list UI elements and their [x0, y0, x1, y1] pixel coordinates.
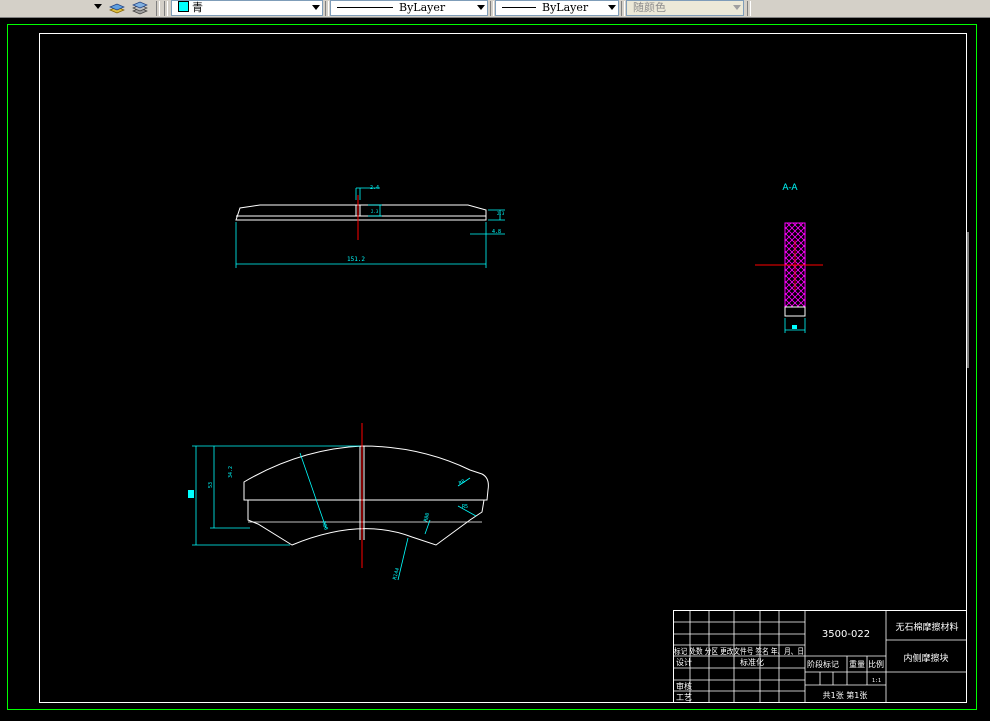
dim-r-small: R5: [462, 504, 468, 510]
toolbar-separator: [621, 1, 625, 16]
linetype-dropdown[interactable]: ByLayer: [330, 0, 488, 16]
toolbar-separator: [164, 1, 168, 16]
color-value: 青: [192, 1, 203, 14]
dim-top-h2: 2.3: [497, 211, 505, 216]
linetype-sample: [337, 7, 393, 8]
material-label: 无石棉摩擦材料: [895, 621, 958, 633]
stage-mark-label: 阶段标记: [807, 659, 839, 669]
color-swatch: [178, 1, 189, 12]
dim-height-inner: 34.2: [228, 466, 234, 478]
lineweight-dropdown[interactable]: ByLayer: [495, 0, 619, 16]
plotstyle-value: 随颜色: [633, 1, 666, 14]
weight-label: 重量: [849, 659, 865, 669]
dim-height-outer: 53: [208, 482, 214, 488]
revision-header: 标记 处数 分区 更改文件号 签名 年、月、日: [674, 646, 804, 656]
chevron-down-icon: [477, 5, 485, 10]
toolbar-separator: [325, 1, 329, 16]
lineweight-sample: [502, 7, 536, 8]
process-label: 工艺: [676, 693, 692, 702]
layer-previous-icon[interactable]: [108, 1, 126, 16]
section-dim-text: [792, 325, 797, 329]
scale-label: 比例: [868, 659, 884, 669]
chevron-down-icon: [608, 5, 616, 10]
toolbar-separator: [156, 1, 160, 16]
standardize-label: 标准化: [740, 657, 764, 667]
linetype-value: ByLayer: [399, 1, 446, 14]
section-label: A-A: [782, 183, 798, 193]
dim-top-length: 151.2: [347, 256, 365, 263]
model-space-background: [0, 18, 990, 721]
dim-top-width: 2.4: [370, 185, 379, 191]
scale-value: 1:1: [872, 678, 881, 684]
color-dropdown[interactable]: 青: [171, 0, 323, 16]
plotstyle-dropdown: 随颜色: [626, 0, 744, 16]
dim-top-bottom: 4.8: [492, 229, 501, 235]
toolbar-separator: [747, 1, 751, 16]
chevron-down-icon: [733, 5, 741, 10]
layer-dropdown[interactable]: [0, 0, 104, 16]
lineweight-value: ByLayer: [542, 1, 589, 14]
properties-toolbar: 青 ByLayer ByLayer 随颜色: [0, 0, 990, 18]
chevron-down-icon: [94, 4, 102, 9]
part-name: 内侧摩擦块: [903, 652, 948, 664]
drawing-canvas[interactable]: 151.2 2.4 2.3 2.3 4.8 A-A 53 34.2 R88 R8…: [0, 18, 990, 721]
drawing-number: 3500-022: [822, 629, 870, 640]
sheets-label: 共1张 第1张: [823, 690, 868, 700]
chevron-down-icon: [312, 5, 320, 10]
design-label: 设计: [676, 657, 692, 667]
layers-icon[interactable]: [131, 1, 149, 16]
dim-top-h1: 2.3: [371, 209, 379, 214]
dim-marker: [188, 490, 194, 498]
review-label: 审核: [676, 681, 692, 691]
toolbar-separator: [490, 1, 494, 16]
